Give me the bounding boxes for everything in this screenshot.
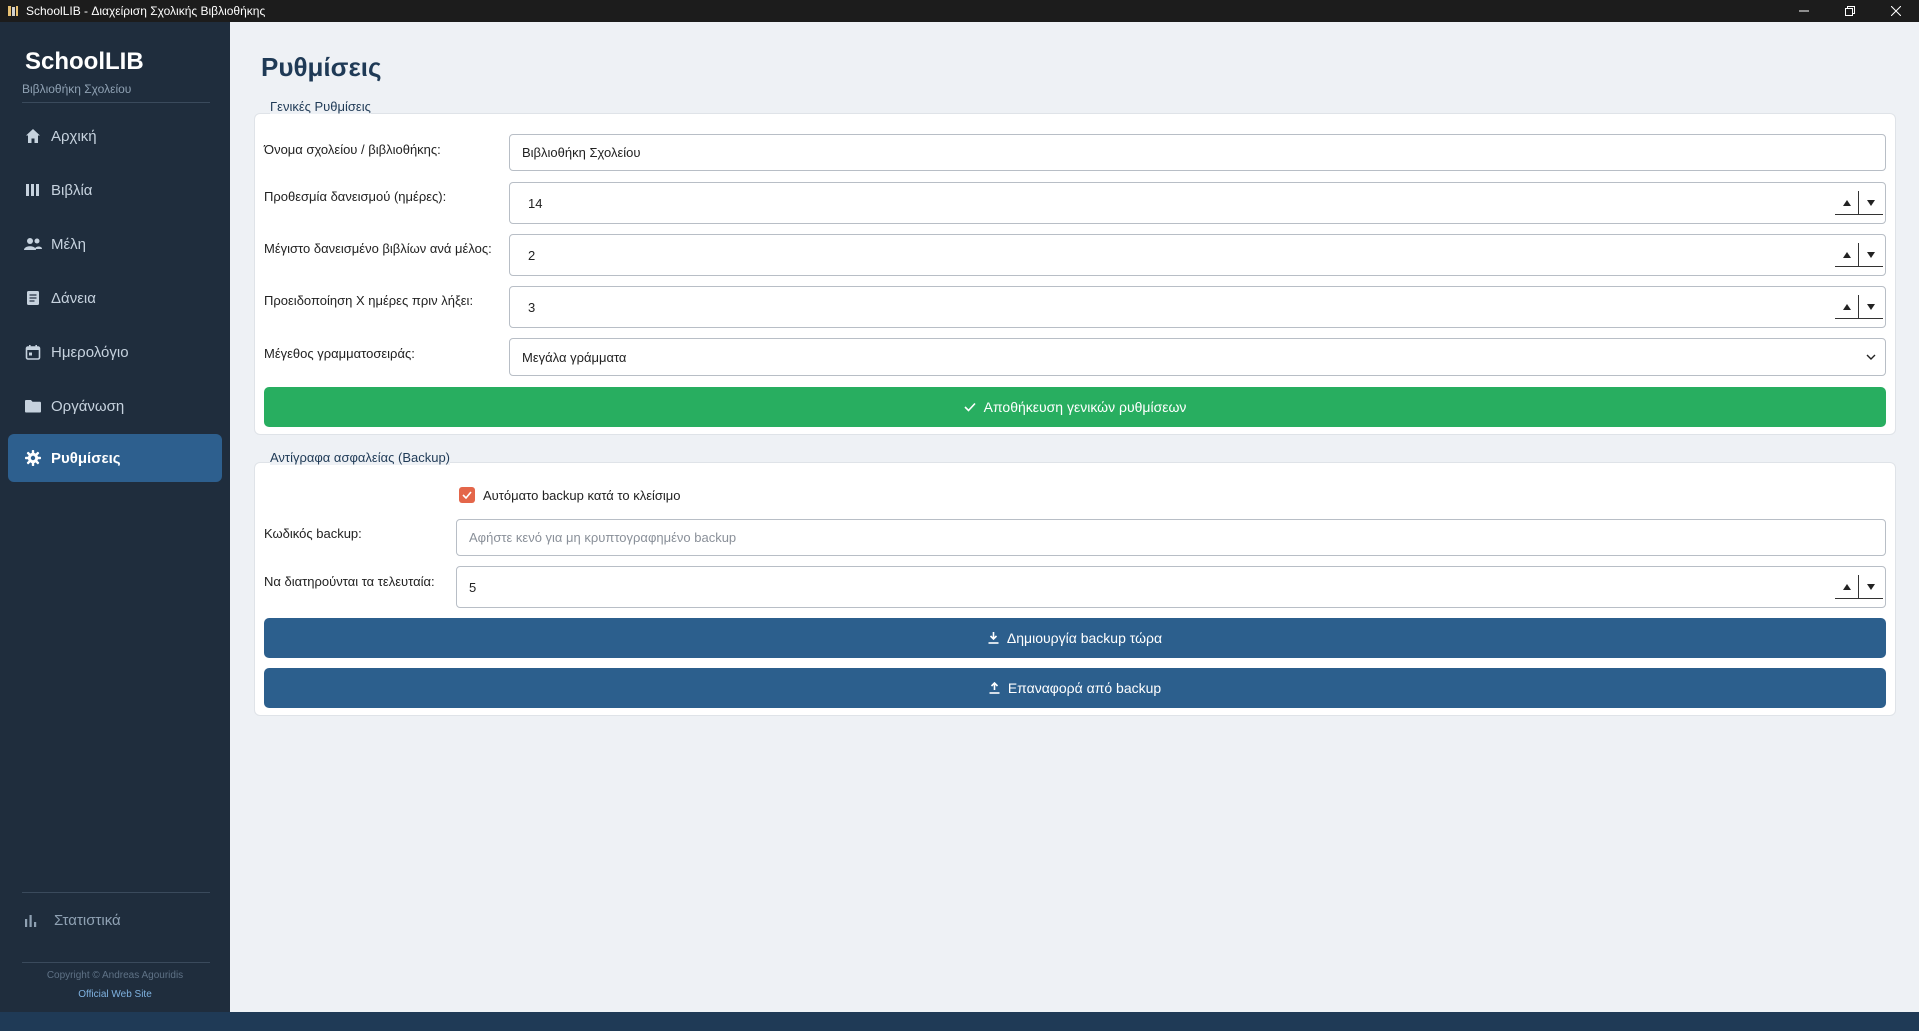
bottom-bar — [0, 1012, 1919, 1031]
check-icon — [964, 402, 976, 412]
backup-password-label: Κωδικός backup: — [264, 526, 362, 541]
calendar-icon — [24, 343, 42, 361]
auto-backup-option[interactable]: Αυτόματο backup κατά το κλείσιμο — [459, 487, 681, 503]
sidebar-item-loans[interactable]: Δάνεια — [8, 274, 222, 322]
sidebar-item-calendar[interactable]: Ημερολόγιο — [8, 328, 222, 376]
auto-backup-label: Αυτόματο backup κατά το κλείσιμο — [483, 487, 681, 503]
gear-icon — [24, 449, 42, 467]
sidebar-divider — [22, 962, 210, 963]
brand-title: SchoolLIB — [25, 48, 144, 75]
warn-days-value: 3 — [528, 299, 536, 315]
sidebar-item-label: Δάνεια — [51, 289, 96, 307]
keep-last-stepper — [1835, 575, 1883, 599]
window-titlebar: SchoolLIB - Διαχείριση Σχολικής Βιβλιοθή… — [0, 0, 1919, 22]
font-size-select[interactable]: Μεγάλα γράμματα — [509, 338, 1886, 376]
window-title: SchoolLIB - Διαχείριση Σχολικής Βιβλιοθή… — [26, 4, 266, 18]
backup-group-label: Αντίγραφα ασφαλείας (Backup) — [270, 450, 451, 465]
folder-icon — [24, 397, 42, 415]
sidebar-item-books[interactable]: Βιβλία — [8, 166, 222, 214]
sidebar-item-label: Αρχική — [51, 127, 97, 145]
sidebar-divider — [22, 102, 210, 103]
font-size-label: Μέγεθος γραμματοσειράς: — [264, 346, 415, 361]
sidebar-divider — [22, 892, 210, 893]
sidebar-item-label: Βιβλία — [51, 181, 93, 199]
general-settings-label: Γενικές Ρυθμίσεις — [270, 99, 371, 114]
page-title: Ρυθμίσεις — [261, 52, 382, 82]
loan-days-stepper — [1835, 191, 1883, 215]
official-website-link[interactable]: Official Web Site — [0, 989, 230, 1000]
chevron-down-icon — [1861, 354, 1881, 360]
sidebar-item-label: Ημερολόγιο — [51, 343, 129, 361]
bar-chart-icon — [24, 913, 40, 929]
create-backup-button[interactable]: Δημιουργία backup τώρα — [264, 618, 1886, 658]
increment-button[interactable] — [1835, 191, 1859, 215]
school-name-value: Βιβλιοθήκη Σχολείου — [522, 145, 641, 160]
auto-backup-checkbox[interactable] — [459, 487, 475, 503]
close-button[interactable] — [1873, 0, 1919, 22]
upload-icon — [989, 682, 1000, 694]
backup-password-placeholder: Αφήστε κενό για μη κρυπτογραφημένο backu… — [469, 530, 737, 545]
loan-days-spinbox[interactable]: 14 — [509, 182, 1886, 224]
app-icon — [6, 4, 20, 18]
warn-days-stepper — [1835, 295, 1883, 319]
restore-backup-button[interactable]: Επαναφορά από backup — [264, 668, 1886, 708]
max-books-spinbox[interactable]: 2 — [509, 234, 1886, 276]
books-icon — [24, 181, 42, 199]
sidebar-item-label: Οργάνωση — [51, 397, 125, 415]
members-icon — [24, 235, 42, 253]
backup-password-input[interactable]: Αφήστε κενό για μη κρυπτογραφημένο backu… — [456, 519, 1886, 556]
restore-button[interactable] — [1827, 0, 1873, 22]
save-general-settings-button[interactable]: Αποθήκευση γενικών ρυθμίσεων — [264, 387, 1886, 427]
decrement-button[interactable] — [1859, 191, 1883, 215]
loans-icon — [24, 289, 42, 307]
max-books-value: 2 — [528, 247, 536, 263]
copyright-text: Copyright © Andreas Agouridis — [46, 970, 184, 981]
increment-button[interactable] — [1835, 243, 1859, 267]
keep-last-label: Να διατηρούνται τα τελευταία: — [264, 574, 435, 589]
warn-days-label: Προειδοποίηση Χ ημέρες πριν λήξει: — [264, 293, 474, 308]
save-general-settings-label: Αποθήκευση γενικών ρυθμίσεων — [983, 399, 1187, 415]
warn-days-spinbox[interactable]: 3 — [509, 286, 1886, 328]
font-size-value: Μεγάλα γράμματα — [522, 349, 627, 365]
create-backup-label: Δημιουργία backup τώρα — [1006, 630, 1163, 646]
max-books-stepper — [1835, 243, 1883, 267]
sidebar-item-settings[interactable]: Ρυθμίσεις — [8, 434, 222, 482]
school-name-label: Όνομα σχολείου / βιβλιοθήκης: — [264, 142, 441, 157]
minimize-button[interactable] — [1781, 0, 1827, 22]
sidebar-item-home[interactable]: Αρχική — [8, 112, 222, 160]
brand-subtitle: Βιβλιοθήκη Σχολείου — [22, 82, 132, 96]
statistics-label: Στατιστικά — [54, 912, 121, 929]
restore-backup-label: Επαναφορά από backup — [1007, 680, 1162, 696]
decrement-button[interactable] — [1859, 243, 1883, 267]
download-icon — [988, 632, 999, 644]
loan-days-label: Προθεσμία δανεισμού (ημέρες): — [264, 189, 447, 204]
home-icon — [24, 127, 42, 145]
sidebar-item-organization[interactable]: Οργάνωση — [8, 382, 222, 430]
increment-button[interactable] — [1835, 575, 1859, 599]
sidebar-item-label: Ρυθμίσεις — [51, 449, 121, 467]
decrement-button[interactable] — [1859, 295, 1883, 319]
keep-last-value: 5 — [469, 579, 477, 595]
sidebar-item-statistics[interactable]: Στατιστικά — [24, 912, 121, 929]
increment-button[interactable] — [1835, 295, 1859, 319]
loan-days-value: 14 — [528, 195, 543, 211]
decrement-button[interactable] — [1859, 575, 1883, 599]
sidebar-item-members[interactable]: Μέλη — [8, 220, 222, 268]
max-books-label: Μέγιστο δανεισμένο βιβλίων ανά μέλος: — [264, 241, 492, 256]
keep-last-spinbox[interactable]: 5 — [456, 566, 1886, 608]
sidebar-item-label: Μέλη — [51, 235, 87, 253]
sidebar: SchoolLIB Βιβλιοθήκη Σχολείου Αρχική Βιβ… — [0, 22, 230, 1012]
school-name-input[interactable]: Βιβλιοθήκη Σχολείου — [509, 134, 1886, 171]
